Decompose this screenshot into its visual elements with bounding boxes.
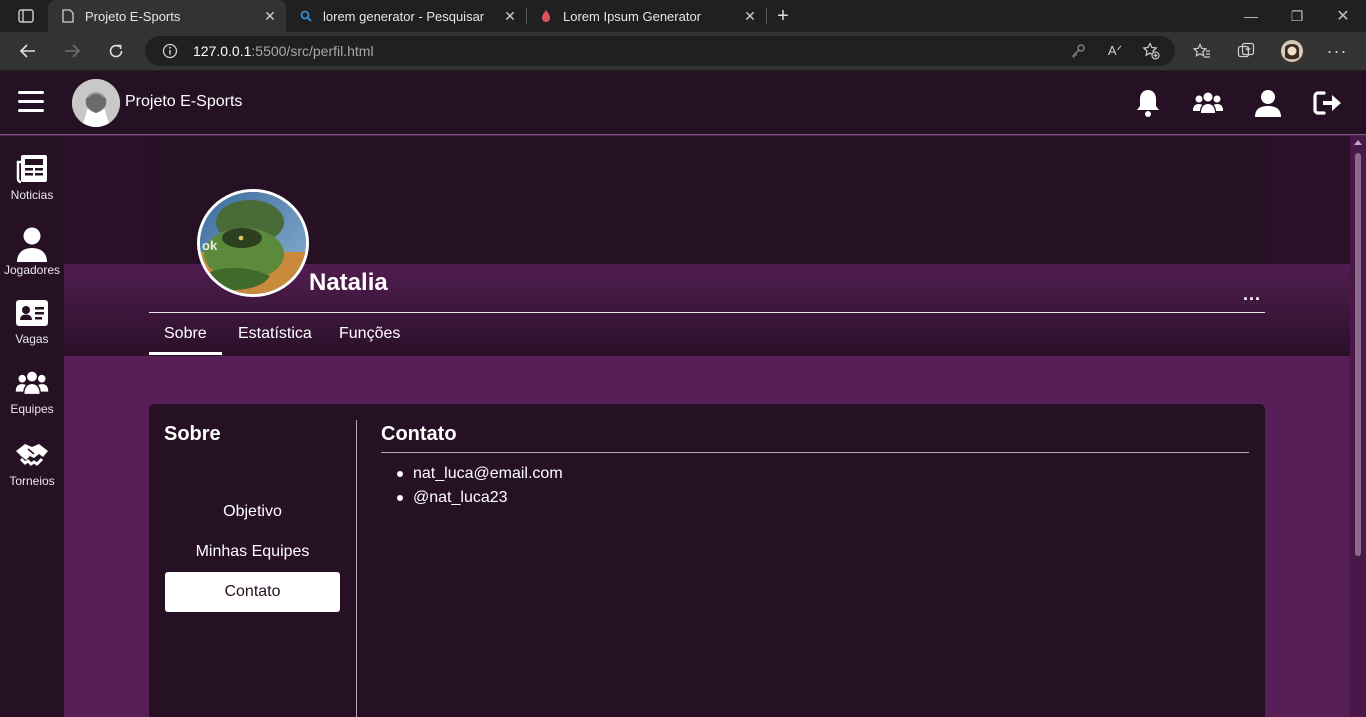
sidebar-item-torneios[interactable]: Torneios <box>0 436 64 488</box>
address-text: 127.0.0.1:5500/src/perfil.html <box>193 43 374 59</box>
profile-avatar-image: ok <box>197 189 309 297</box>
about-card-separator <box>356 420 357 717</box>
browser-tab-title: Lorem Ipsum Generator <box>563 8 702 24</box>
sidebar-item-label: Torneios <box>9 474 55 488</box>
contact-list: nat_luca@email.com @nat_luca23 <box>397 464 563 512</box>
url-path: :5500/src/perfil.html <box>251 43 374 59</box>
profile-avatar[interactable] <box>1278 38 1306 64</box>
active-tab-indicator <box>149 352 222 355</box>
url-host: 127.0.0.1 <box>193 43 252 59</box>
sidebar-item-label: Vagas <box>15 332 49 346</box>
logo[interactable] <box>72 79 120 127</box>
close-tab-icon[interactable]: ✕ <box>502 8 518 24</box>
minimize-icon[interactable]: — <box>1228 0 1274 32</box>
about-link-contato[interactable]: Contato <box>165 572 340 612</box>
newspaper-icon <box>0 150 64 188</box>
logout-icon[interactable] <box>1312 87 1344 119</box>
profile-banner <box>149 136 1265 264</box>
bell-icon[interactable] <box>1132 87 1164 119</box>
browser-tab-3[interactable]: Lorem Ipsum Generator ✕ <box>528 0 766 32</box>
svg-text:ok: ok <box>202 238 218 253</box>
new-tab-icon[interactable]: + <box>767 1 799 31</box>
sidebar-item-label: Noticias <box>10 188 54 202</box>
sidebar-item-noticias[interactable]: Noticias <box>0 150 64 202</box>
browser-tab-2[interactable]: lorem generator - Pesquisar ✕ <box>288 0 526 32</box>
key-icon[interactable] <box>1064 38 1092 64</box>
read-aloud-icon[interactable]: Aᐟ <box>1101 38 1129 64</box>
back-icon[interactable] <box>12 36 44 66</box>
contact-email: nat_luca@email.com <box>397 464 563 488</box>
profile-divider <box>149 312 1265 313</box>
collections-icon[interactable] <box>1232 38 1260 64</box>
sidebar-item-vagas[interactable]: Vagas <box>0 294 64 346</box>
sidebar-item-jogadores[interactable]: Jogadores <box>0 225 64 277</box>
top-navbar: Projeto E-Sports <box>0 71 1366 135</box>
fire-icon <box>538 8 554 24</box>
add-favorite-icon[interactable] <box>1137 38 1165 64</box>
handshake-icon <box>0 436 64 474</box>
menu-icon[interactable] <box>18 91 46 115</box>
site-info-icon[interactable] <box>162 43 178 64</box>
scroll-thumb[interactable] <box>1355 153 1361 556</box>
id-card-icon <box>0 294 64 332</box>
about-title: Sobre <box>164 423 221 445</box>
profile-more-icon[interactable]: ... <box>1243 285 1261 303</box>
contact-title: Contato <box>381 423 457 445</box>
sidebar-item-label: Equipes <box>10 402 54 416</box>
tab-estatistica[interactable]: Estatística <box>238 325 312 343</box>
browser-tab-title: lorem generator - Pesquisar <box>323 8 485 24</box>
sidebar-item-label: Jogadores <box>3 263 61 277</box>
tab-sobre[interactable]: Sobre <box>164 325 207 343</box>
close-tab-icon[interactable]: ✕ <box>262 8 278 24</box>
brand-name: Projeto E-Sports <box>125 93 243 110</box>
page-scrollbar[interactable] <box>1350 136 1366 717</box>
sidebar-item-equipes[interactable]: Equipes <box>0 364 64 416</box>
search-icon <box>298 8 314 24</box>
user-icon[interactable] <box>1252 87 1284 119</box>
restore-icon[interactable]: ❐ <box>1274 0 1320 32</box>
user-icon <box>0 225 64 263</box>
browser-tab-title: Projeto E-Sports <box>85 8 181 24</box>
team-icon <box>0 364 64 402</box>
scroll-up-arrow-icon[interactable] <box>1354 140 1362 145</box>
tab-actions-icon[interactable] <box>10 1 42 31</box>
forward-icon[interactable] <box>56 36 88 66</box>
contact-divider <box>381 452 1249 453</box>
about-link-minhas-equipes[interactable]: Minhas Equipes <box>165 532 340 572</box>
sidebar: Noticias Jogadores Vagas Equipes Torneio… <box>0 136 64 717</box>
contact-handle: @nat_luca23 <box>397 488 563 512</box>
page-icon <box>60 8 76 24</box>
team-icon[interactable] <box>1192 87 1224 119</box>
browser-tab-strip: Projeto E-Sports ✕ lorem generator - Pes… <box>0 0 1366 32</box>
refresh-icon[interactable] <box>100 36 132 66</box>
close-tab-icon[interactable]: ✕ <box>742 8 758 24</box>
browser-tab-1[interactable]: Projeto E-Sports ✕ <box>48 0 286 32</box>
tab-funcoes[interactable]: Funções <box>339 325 400 343</box>
profile-name: Natalia <box>309 269 388 296</box>
settings-more-icon[interactable]: ··· <box>1323 38 1351 64</box>
favorites-icon[interactable] <box>1188 38 1216 64</box>
close-window-icon[interactable]: ✕ <box>1320 0 1366 32</box>
about-link-objetivo[interactable]: Objetivo <box>165 492 340 532</box>
